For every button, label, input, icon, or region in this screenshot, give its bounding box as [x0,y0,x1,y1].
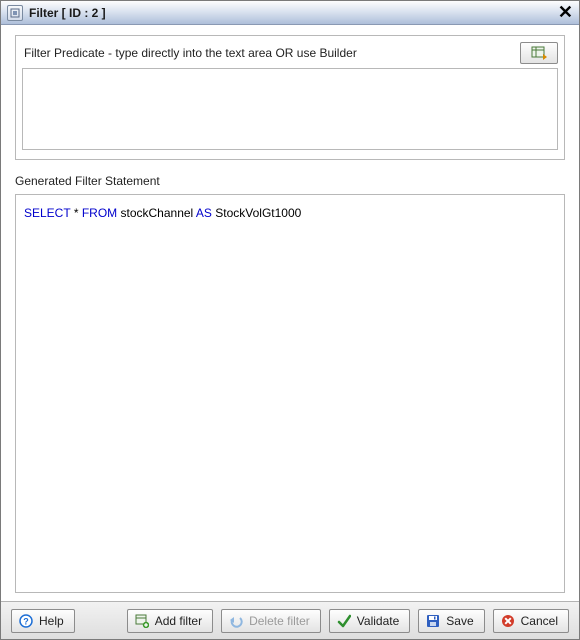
cancel-icon [500,613,516,629]
predicate-group: Filter Predicate - type directly into th… [15,35,565,160]
button-bar: ? Help Add filter [1,601,579,639]
save-label: Save [446,614,473,628]
save-icon [425,613,441,629]
add-filter-label: Add filter [155,614,202,628]
help-icon: ? [18,613,34,629]
predicate-textarea[interactable] [22,68,558,150]
add-filter-icon [134,613,150,629]
sql-star: * [74,206,79,220]
close-icon[interactable]: ✕ [558,3,573,21]
predicate-label: Filter Predicate - type directly into th… [22,46,357,60]
delete-filter-label: Delete filter [249,614,310,628]
sql-keyword-from: FROM [82,206,117,220]
filter-dialog: Filter [ ID : 2 ] ✕ Filter Predicate - t… [0,0,580,640]
sql-keyword-select: SELECT [24,206,70,220]
window-title: Filter [ ID : 2 ] [29,6,106,20]
delete-filter-button: Delete filter [221,609,321,633]
validate-label: Validate [357,614,399,628]
undo-icon [228,613,244,629]
builder-icon [531,46,547,60]
sql-alias: StockVolGt1000 [215,206,301,220]
dialog-content: Filter Predicate - type directly into th… [1,25,579,601]
sql-keyword-as: AS [196,206,212,220]
builder-button[interactable] [520,42,558,64]
generated-label: Generated Filter Statement [15,174,565,188]
add-filter-button[interactable]: Add filter [127,609,213,633]
save-button[interactable]: Save [418,609,484,633]
svg-text:?: ? [23,616,29,626]
help-button[interactable]: ? Help [11,609,75,633]
validate-button[interactable]: Validate [329,609,410,633]
predicate-header: Filter Predicate - type directly into th… [22,42,558,64]
sql-table: stockChannel [121,206,194,220]
titlebar: Filter [ ID : 2 ] ✕ [1,1,579,25]
cancel-label: Cancel [521,614,558,628]
check-icon [336,613,352,629]
filter-window-icon [7,5,23,21]
help-label: Help [39,614,64,628]
cancel-button[interactable]: Cancel [493,609,569,633]
generated-statement: SELECT * FROM stockChannel AS StockVolGt… [15,194,565,593]
